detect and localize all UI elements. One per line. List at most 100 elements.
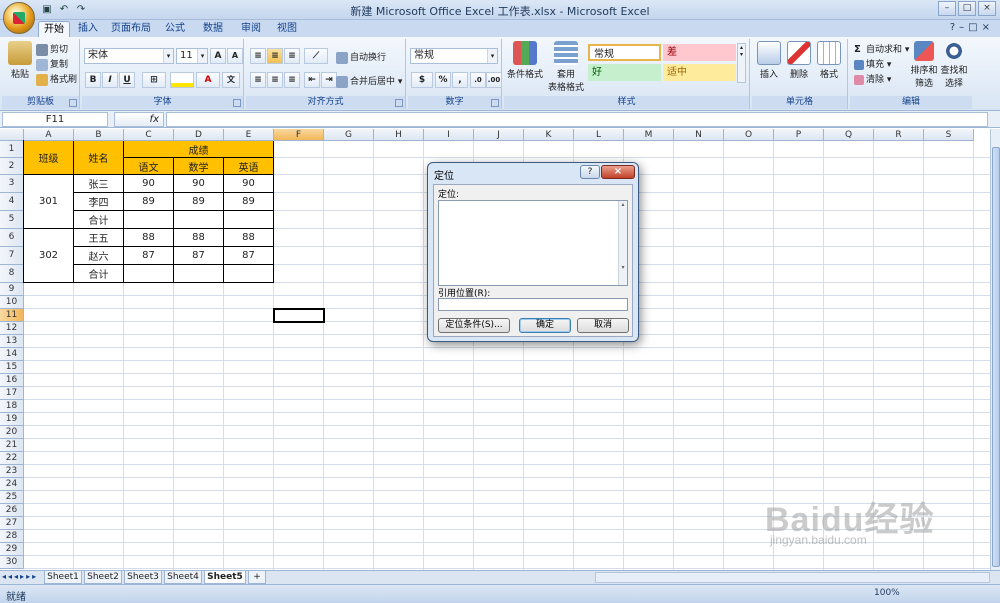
table-header-cell[interactable]: 班级 <box>24 141 74 175</box>
row-header[interactable]: 28 <box>0 530 24 543</box>
column-header-r[interactable]: R <box>874 129 924 141</box>
style-neutral[interactable]: 适中 <box>663 64 736 81</box>
align-middle-button[interactable]: ≡ <box>267 48 283 64</box>
copy-button[interactable]: 复制 <box>36 57 68 71</box>
column-header-b[interactable]: B <box>74 129 124 141</box>
row-header[interactable]: 25 <box>0 491 24 504</box>
column-header-e[interactable]: E <box>224 129 274 141</box>
close-icon[interactable]: × <box>601 165 635 179</box>
align-bottom-button[interactable]: ≡ <box>284 48 300 64</box>
table-header-cell[interactable]: 姓名 <box>74 141 124 175</box>
tab-home[interactable]: 开始 <box>38 21 70 37</box>
minimize-button[interactable]: – <box>938 1 956 16</box>
vertical-scroll-thumb[interactable] <box>992 147 1000 567</box>
table-cell[interactable]: 88 <box>174 229 224 247</box>
style-normal[interactable]: 常规 <box>588 44 661 61</box>
table-cell[interactable] <box>174 211 224 229</box>
table-cell[interactable]: 90 <box>124 175 174 193</box>
decrease-indent-button[interactable]: ⇤ <box>304 72 320 88</box>
column-header-g[interactable]: G <box>324 129 374 141</box>
table-cell[interactable]: 合计 <box>74 211 124 229</box>
table-cell[interactable] <box>174 265 224 283</box>
tab-review[interactable]: 审阅 <box>236 21 266 37</box>
row-header[interactable]: 15 <box>0 361 24 374</box>
row-header[interactable]: 26 <box>0 504 24 517</box>
table-cell[interactable]: 89 <box>124 193 174 211</box>
column-header-m[interactable]: M <box>624 129 674 141</box>
table-cell[interactable] <box>224 265 274 283</box>
orientation-button[interactable]: ⟋ <box>304 48 328 64</box>
row-header[interactable]: 27 <box>0 517 24 530</box>
style-good[interactable]: 好 <box>588 64 661 81</box>
table-cell[interactable]: 87 <box>124 247 174 265</box>
insert-cells-button[interactable]: 插入 <box>756 41 782 80</box>
column-header-l[interactable]: L <box>574 129 624 141</box>
font-color-button[interactable]: A <box>196 72 220 88</box>
row-header[interactable]: 1 <box>0 141 24 158</box>
find-select-button[interactable]: 查找和 选择 <box>940 41 968 89</box>
sheet-tab-3[interactable]: Sheet3 <box>124 571 162 584</box>
table-cell[interactable]: 89 <box>174 193 224 211</box>
goto-special-button[interactable]: 定位条件(S)... <box>438 318 510 333</box>
row-header[interactable]: 2 <box>0 158 24 175</box>
sheet-tab-4[interactable]: Sheet4 <box>164 571 202 584</box>
table-cell[interactable]: 301 <box>24 175 74 229</box>
column-header-i[interactable]: I <box>424 129 474 141</box>
table-cell[interactable]: 张三 <box>74 175 124 193</box>
styles-scroll[interactable]: ▴ ▾ <box>737 43 746 83</box>
column-header-j[interactable]: J <box>474 129 524 141</box>
tab-view[interactable]: 视图 <box>272 21 302 37</box>
row-header[interactable]: 7 <box>0 247 24 265</box>
currency-button[interactable]: $ <box>411 72 433 88</box>
sheet-tab-5[interactable]: Sheet5 <box>204 571 246 584</box>
office-button[interactable] <box>3 2 35 34</box>
close-button[interactable]: × <box>978 1 996 16</box>
column-header-a[interactable]: A <box>24 129 74 141</box>
borders-button[interactable]: ⊞ <box>142 72 166 88</box>
row-header[interactable]: 4 <box>0 193 24 211</box>
table-cell[interactable]: 302 <box>24 229 74 283</box>
row-header[interactable]: 13 <box>0 335 24 348</box>
align-top-button[interactable]: ≡ <box>250 48 266 64</box>
sheet-tab-2[interactable]: Sheet2 <box>84 571 122 584</box>
row-header[interactable]: 20 <box>0 426 24 439</box>
font-size-dropdown[interactable]: 11 ▾ <box>176 48 208 64</box>
select-all-corner[interactable] <box>0 129 24 141</box>
paste-button[interactable]: 粘贴 <box>6 41 34 80</box>
autosum-button[interactable]: Σ 自动求和 ▾ <box>854 42 909 56</box>
sort-filter-button[interactable]: 排序和 筛选 <box>910 41 938 89</box>
cut-button[interactable]: 剪切 <box>36 42 68 56</box>
column-header-q[interactable]: Q <box>824 129 874 141</box>
column-header-p[interactable]: P <box>774 129 824 141</box>
row-header[interactable]: 11 <box>0 309 24 322</box>
tab-formulas[interactable]: 公式 <box>160 21 190 37</box>
table-cell[interactable]: 90 <box>224 175 274 193</box>
column-header-o[interactable]: O <box>724 129 774 141</box>
sheet-tab-1[interactable]: Sheet1 <box>44 571 82 584</box>
column-header-n[interactable]: N <box>674 129 724 141</box>
formula-input[interactable] <box>166 112 988 127</box>
zoom-level[interactable]: 100% <box>874 588 900 598</box>
column-header-k[interactable]: K <box>524 129 574 141</box>
align-center-button[interactable]: ≡ <box>267 72 283 88</box>
number-format-dropdown[interactable]: 常规 ▾ <box>410 48 498 64</box>
column-header-s[interactable]: S <box>924 129 974 141</box>
row-header[interactable]: 19 <box>0 413 24 426</box>
tab-data[interactable]: 数据 <box>198 21 228 37</box>
reference-input[interactable] <box>438 298 628 311</box>
comma-button[interactable]: , <box>452 72 468 88</box>
tab-page-layout[interactable]: 页面布局 <box>108 21 154 37</box>
table-header-cell[interactable]: 数学 <box>174 158 224 175</box>
help-icon[interactable]: ? <box>580 165 600 179</box>
vertical-scrollbar[interactable] <box>990 129 1000 570</box>
phonetic-button[interactable]: 文 <box>222 72 240 88</box>
table-cell[interactable] <box>224 211 274 229</box>
row-header[interactable]: 24 <box>0 478 24 491</box>
table-cell[interactable] <box>124 265 174 283</box>
table-cell[interactable]: 赵六 <box>74 247 124 265</box>
row-header[interactable]: 6 <box>0 229 24 247</box>
font-name-dropdown[interactable]: 宋体 ▾ <box>84 48 174 64</box>
row-header[interactable]: 9 <box>0 283 24 296</box>
fill-button[interactable]: 填充 ▾ <box>854 57 891 70</box>
horizontal-scrollbar[interactable] <box>595 572 990 583</box>
